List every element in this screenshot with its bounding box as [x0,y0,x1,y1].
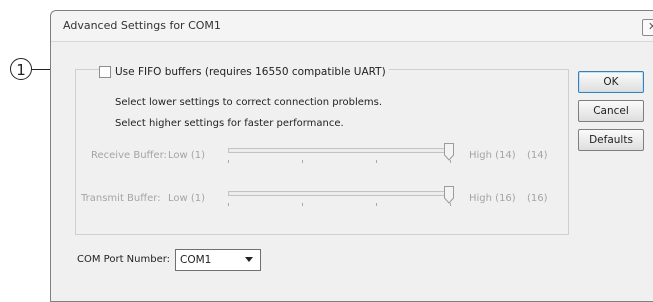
transmit-buffer-tick [376,203,377,206]
ok-button[interactable]: OK [578,71,644,93]
close-button[interactable]: ✕ [642,19,653,36]
fifo-checkbox[interactable] [99,66,111,78]
advanced-settings-dialog: Advanced Settings for COM1 ✕ Use FIFO bu… [50,10,653,302]
com-port-selected-value: COM1 [180,254,212,266]
hint-higher-settings: Select higher settings for faster perfor… [115,118,344,129]
transmit-buffer-tick [228,203,229,206]
transmit-buffer-slider-track[interactable] [228,191,451,196]
fifo-checkbox-label: Use FIFO buffers (requires 16550 compati… [115,66,386,78]
transmit-buffer-low-label: Low (1) [168,193,206,204]
transmit-buffer-value: (16) [527,193,548,204]
cancel-button[interactable]: Cancel [578,100,644,122]
receive-buffer-high-label: High (14) [469,150,516,161]
receive-buffer-low-label: Low (1) [168,150,206,161]
com-port-select[interactable]: COM1 [175,249,261,271]
callout-number-badge: 1 [10,58,32,80]
receive-buffer-label: Receive Buffer: [91,150,167,161]
transmit-buffer-label: Transmit Buffer: [81,193,161,204]
defaults-button[interactable]: Defaults [578,129,644,151]
dialog-titlebar: Advanced Settings for COM1 ✕ [51,11,653,42]
receive-buffer-value: (14) [527,150,548,161]
dialog-title: Advanced Settings for COM1 [63,19,221,32]
chevron-down-icon [245,257,253,262]
hint-lower-settings: Select lower settings to correct connect… [115,97,383,108]
transmit-buffer-slider-thumb[interactable] [444,186,454,204]
receive-buffer-tick [302,160,303,163]
receive-buffer-slider-track[interactable] [228,148,451,153]
transmit-buffer-tick [302,203,303,206]
transmit-buffer-high-label: High (16) [469,193,516,204]
receive-buffer-tick [228,160,229,163]
receive-buffer-tick [376,160,377,163]
fifo-checkbox-row[interactable]: Use FIFO buffers (requires 16550 compati… [99,64,389,80]
close-x-icon: ✕ [648,20,653,33]
com-port-label: COM Port Number: [77,254,171,265]
receive-buffer-slider-thumb[interactable] [444,143,454,161]
